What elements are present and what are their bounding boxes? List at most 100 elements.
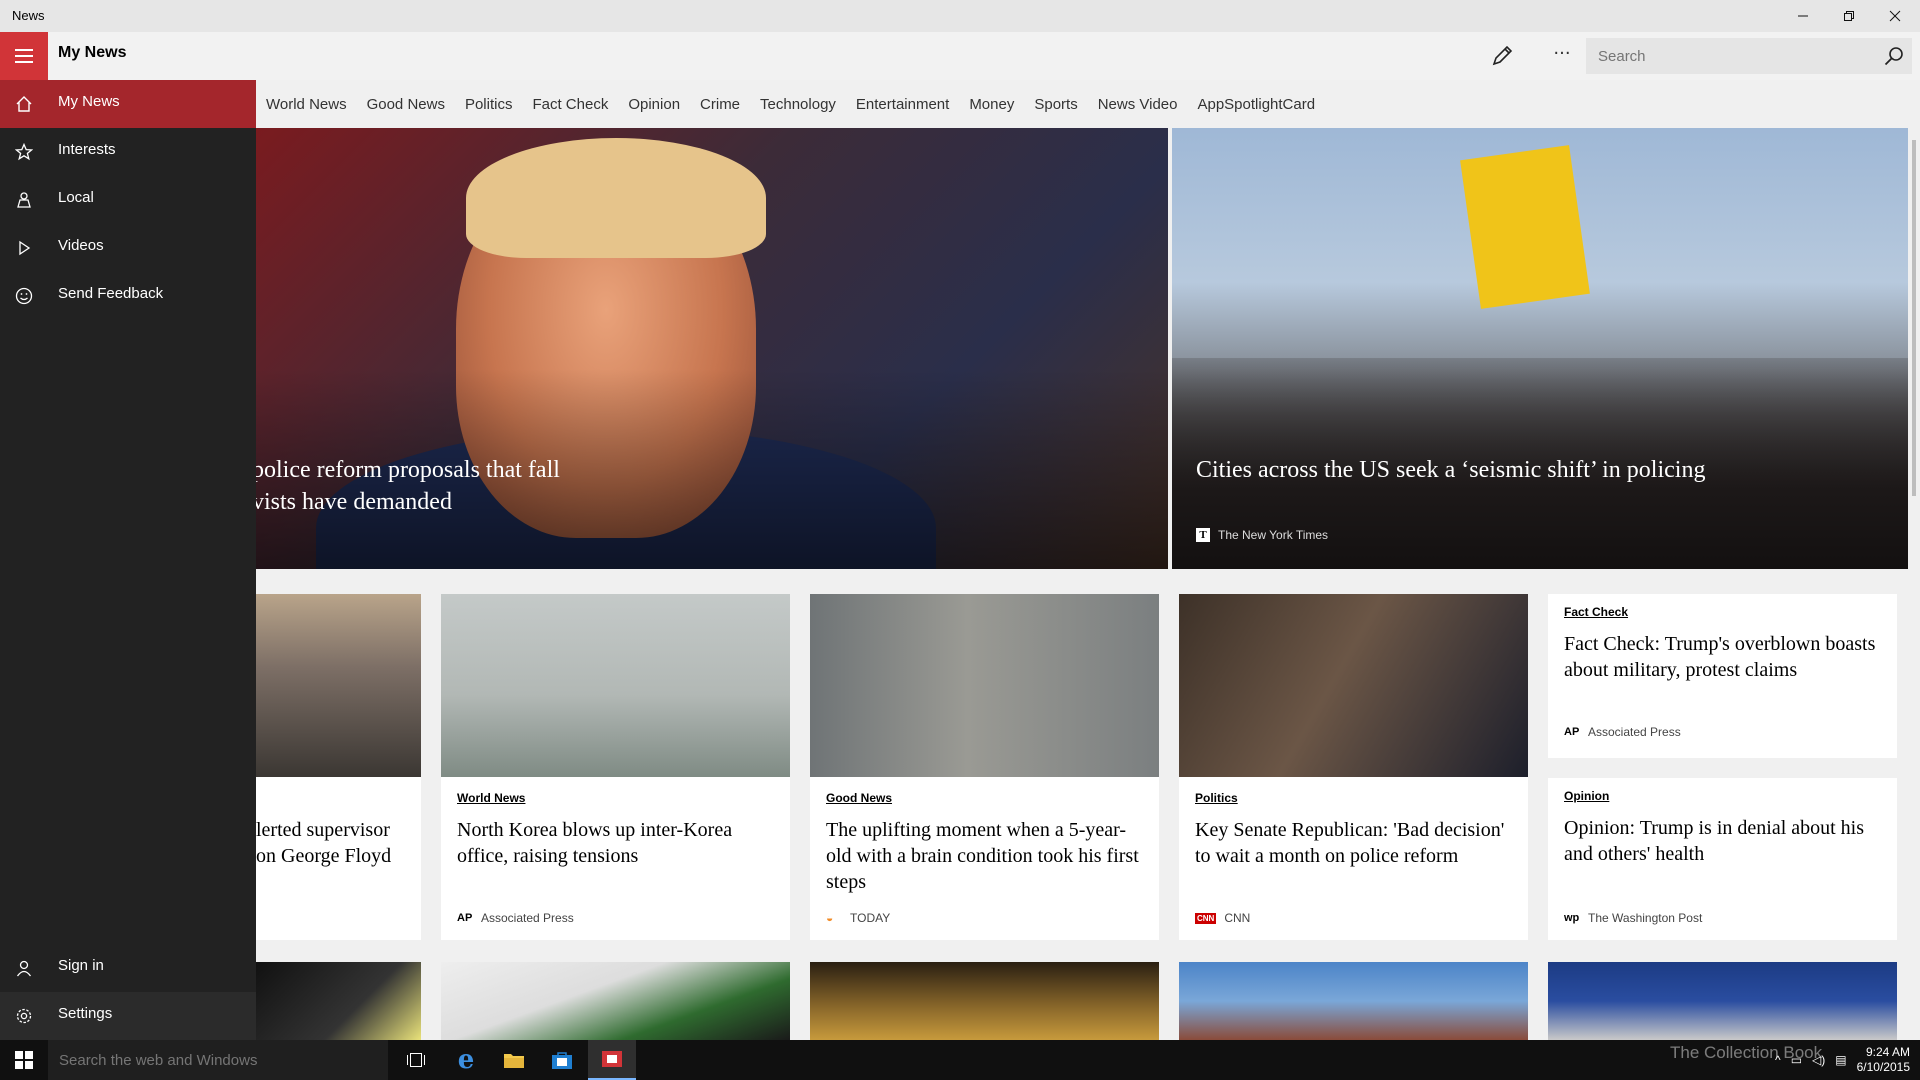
restore-icon [1844, 11, 1854, 21]
card-title-4: Key Senate Republican: 'Bad decision' to… [1195, 819, 1505, 867]
card-category-5[interactable]: Fact Check [1564, 605, 1628, 619]
hero-source-2: T The New York Times [1196, 528, 1328, 542]
nyt-logo-icon: T [1196, 528, 1210, 542]
story-image-8[interactable] [441, 962, 790, 1040]
tab-money[interactable]: Money [969, 96, 1014, 113]
local-person-icon [14, 190, 34, 210]
folder-icon [504, 1054, 524, 1068]
more-options-button[interactable]: ··· [1548, 42, 1576, 70]
sidebar-item-settings[interactable]: Settings [0, 992, 256, 1040]
ap-logo-icon: AP [1564, 726, 1580, 738]
start-button[interactable] [0, 1040, 48, 1080]
story-card-6[interactable]: Opinion Opinion: Trump is in denial abou… [1548, 778, 1897, 940]
tab-app-spotlight-card[interactable]: AppSpotlightCard [1197, 96, 1315, 113]
story-card-4[interactable]: Politics Key Senate Republican: 'Bad dec… [1179, 594, 1528, 940]
search-icon[interactable] [1884, 46, 1904, 66]
ellipsis-icon: ··· [1553, 43, 1571, 64]
story-card-3[interactable]: Good News The uplifting moment when a 5-… [810, 594, 1159, 940]
tab-good-news[interactable]: Good News [367, 96, 445, 113]
card-category-3[interactable]: Good News [826, 791, 892, 805]
card-source-6: wp The Washington Post [1564, 911, 1703, 925]
story-card-5[interactable]: Fact Check Fact Check: Trump's overblown… [1548, 594, 1897, 758]
person-icon [14, 958, 34, 978]
story-card-1[interactable]: lerted supervisor on George Floyd [256, 594, 421, 940]
hamburger-menu-button[interactable] [0, 32, 48, 80]
story-image-11[interactable] [1548, 962, 1897, 1040]
file-explorer-button[interactable] [490, 1040, 538, 1080]
story-image-9[interactable] [810, 962, 1159, 1040]
hero-image-2 [1460, 145, 1590, 309]
tab-fact-check[interactable]: Fact Check [532, 96, 608, 113]
tab-opinion[interactable]: Opinion [628, 96, 680, 113]
tab-entertainment[interactable]: Entertainment [856, 96, 949, 113]
hero-source-name: The New York Times [1218, 528, 1329, 542]
smiley-icon [14, 286, 34, 306]
card-title-2: North Korea blows up inter-Korea office,… [457, 819, 733, 867]
story-card-2[interactable]: World News North Korea blows up inter-Ko… [441, 594, 790, 940]
story-image-7[interactable] [256, 962, 421, 1040]
card-title-5: Fact Check: Trump's overblown boasts abo… [1564, 633, 1876, 681]
hero-story-1[interactable]: police reform proposals that fall vists … [256, 128, 1168, 569]
minimize-icon [1798, 15, 1808, 17]
close-icon [1889, 10, 1901, 22]
search-box [1586, 38, 1912, 74]
card-source-2: AP Associated Press [457, 911, 574, 925]
card-image-2 [441, 594, 790, 777]
card-category-6[interactable]: Opinion [1564, 789, 1609, 803]
hamburger-icon [15, 49, 33, 51]
card-source-4: CNN CNN [1195, 911, 1251, 925]
card-image-1 [256, 594, 421, 777]
news-app-taskbar-button[interactable] [588, 1040, 636, 1080]
restore-button[interactable] [1826, 0, 1872, 32]
cnn-logo-icon: CNN [1195, 912, 1217, 924]
news-feed: police reform proposals that fall vists … [256, 128, 1908, 1040]
taskbar: e ^ ▭ ◁) ▤ 9:24 AM 6/10/2015 [0, 1040, 1920, 1080]
watermark: The Collection Book [1670, 1043, 1823, 1062]
taskbar-search-input[interactable] [48, 1040, 388, 1080]
clock[interactable]: 9:24 AM 6/10/2015 [1857, 1045, 1910, 1075]
sidebar-item-my-news[interactable]: My News [0, 80, 256, 128]
taskbar-search [48, 1040, 388, 1080]
card-source-3: ◒ TODAY [826, 911, 891, 925]
story-image-10[interactable] [1179, 962, 1528, 1040]
edit-button[interactable] [1490, 44, 1514, 68]
today-logo-icon: ◒ [826, 911, 834, 925]
gear-icon [14, 1006, 34, 1026]
card-category-4[interactable]: Politics [1195, 791, 1238, 805]
hero-title-2: Cities across the US seek a ‘seismic shi… [1196, 457, 1706, 483]
tab-sports[interactable]: Sports [1034, 96, 1077, 113]
sidebar-item-send-feedback[interactable]: Send Feedback [0, 272, 256, 320]
sidebar-item-local[interactable]: Local [0, 176, 256, 224]
sidebar-item-sign-in[interactable]: Sign in [0, 944, 256, 992]
app-header: My News ··· [0, 32, 1920, 80]
card-source-5: AP Associated Press [1564, 725, 1681, 739]
tab-crime[interactable]: Crime [700, 96, 740, 113]
card-title-1: lerted supervisor on George Floyd [256, 819, 392, 867]
title-bar: News [0, 0, 1920, 32]
clock-time: 9:24 AM [1865, 1045, 1910, 1059]
card-image-4 [1179, 594, 1528, 777]
scroll-thumb[interactable] [1912, 140, 1916, 496]
sidebar-item-interests[interactable]: Interests [0, 128, 256, 176]
store-button[interactable] [538, 1040, 586, 1080]
tab-world-news[interactable]: World News [266, 96, 347, 113]
hero-title-1: police reform proposals that fall vists … [256, 457, 560, 515]
task-view-icon [407, 1053, 425, 1067]
hero-story-2[interactable]: Cities across the US seek a ‘seismic shi… [1172, 128, 1908, 569]
minimize-button[interactable] [1780, 0, 1826, 32]
tab-news-video[interactable]: News Video [1098, 96, 1178, 113]
search-input[interactable] [1586, 38, 1876, 74]
card-category-2[interactable]: World News [457, 791, 525, 805]
notifications-icon[interactable]: ▤ [1835, 1053, 1846, 1067]
play-icon [14, 238, 34, 258]
edge-browser-button[interactable]: e [442, 1040, 490, 1080]
task-view-button[interactable] [392, 1040, 440, 1080]
tab-politics[interactable]: Politics [465, 96, 513, 113]
feed-scrollbar[interactable] [1908, 128, 1920, 1040]
tab-technology[interactable]: Technology [760, 96, 836, 113]
sidebar-item-videos[interactable]: Videos [0, 224, 256, 272]
clock-date: 6/10/2015 [1856, 1060, 1910, 1074]
window-title: News [12, 8, 45, 23]
close-button[interactable] [1872, 0, 1918, 32]
card-title-6: Opinion: Trump is in denial about his an… [1564, 817, 1865, 865]
